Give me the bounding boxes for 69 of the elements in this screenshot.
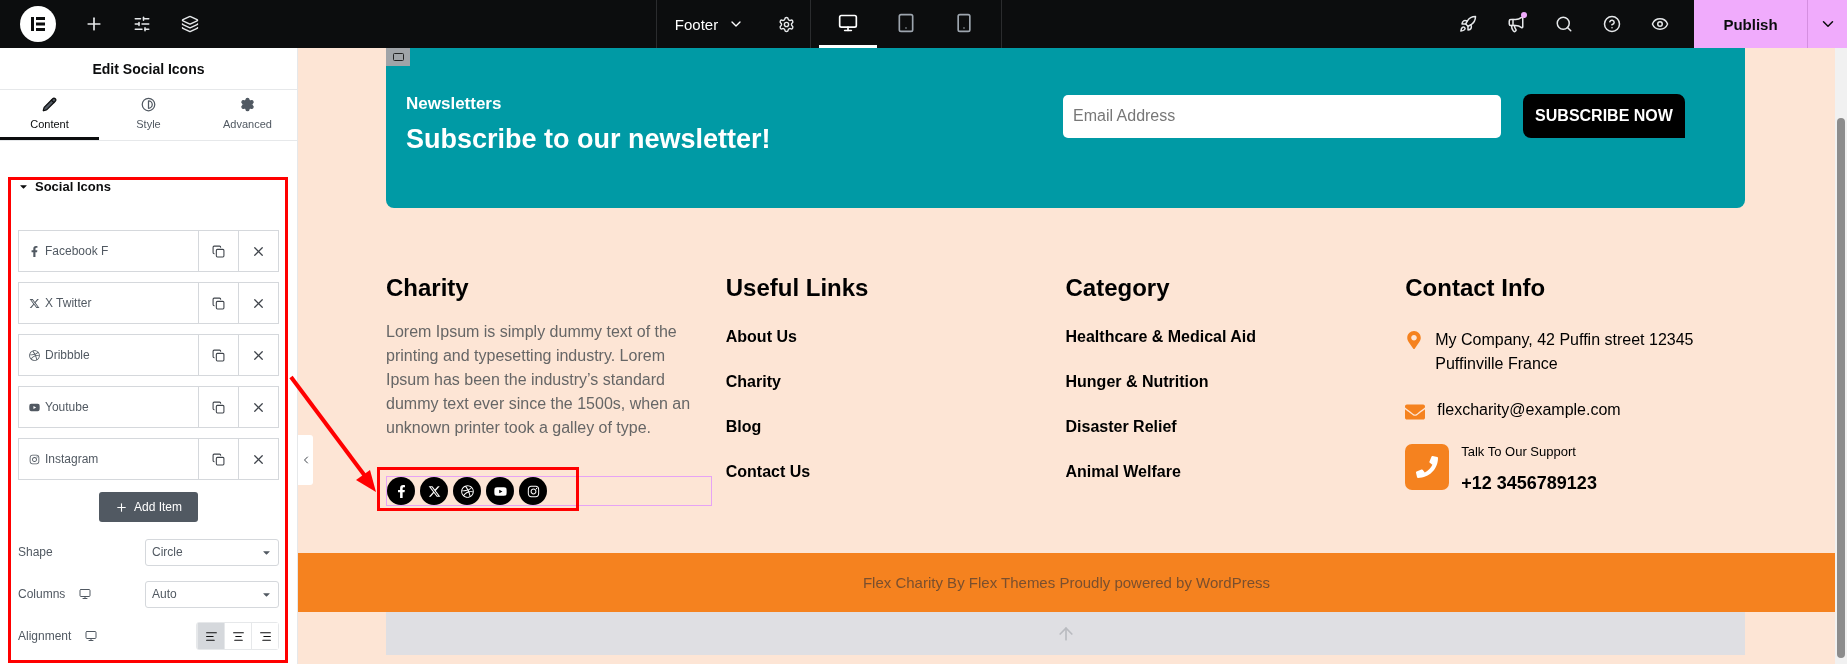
panel-title: Edit Social Icons (0, 48, 297, 91)
pencil-icon (42, 97, 57, 112)
footer-link[interactable]: Animal Welfare (1065, 463, 1406, 481)
desktop-icon[interactable] (79, 588, 92, 600)
footer-link[interactable]: Disaster Relief (1065, 418, 1406, 436)
elementor-logo-icon[interactable] (20, 6, 56, 42)
gear-icon (240, 97, 255, 112)
address-text: My Company, 42 Puffin street 12345 Puffinville France (1435, 330, 1695, 374)
control-label: Shape (18, 545, 53, 559)
newsletter-title: Subscribe to our newsletter! (406, 123, 772, 155)
footer-link[interactable]: Blog (725, 418, 1066, 436)
panel-tab[interactable]: Advanced (198, 90, 297, 140)
subscribe-button[interactable]: SUBSCRIBE NOW (1523, 94, 1685, 138)
section-title: Social Icons (35, 179, 111, 194)
item-label: Youtube (45, 400, 89, 414)
email-field[interactable]: Email Address (1063, 94, 1501, 138)
footer-link[interactable]: About Us (725, 328, 1066, 346)
add-item-button[interactable]: Add Item (99, 492, 198, 522)
instagram-icon (29, 453, 40, 465)
section-header[interactable]: Social Icons (18, 179, 279, 194)
envelope-icon (1405, 402, 1426, 422)
facebook-icon[interactable] (387, 477, 415, 505)
desktop-icon[interactable] (85, 630, 98, 642)
repeater-item[interactable]: Dribbble (18, 334, 279, 376)
support-label: Talk To Our Support (1461, 444, 1577, 459)
footer-link[interactable]: Hunger & Nutrition (1065, 373, 1406, 391)
phone-number: +12 3456789123 (1461, 473, 1597, 494)
copyright-text: Flex Charity By Flex Themes Proudly powered by WordPress (298, 553, 1835, 612)
align-left-icon[interactable] (197, 623, 224, 649)
select-field[interactable]: Circle (145, 538, 279, 566)
section-handle-icon[interactable] (386, 48, 410, 66)
control-label: Columns (18, 587, 66, 601)
repeater-item[interactable]: X Twitter (18, 282, 279, 324)
select-field[interactable]: Auto (145, 580, 279, 608)
panel-tab[interactable]: Style (99, 90, 198, 140)
footer-link[interactable]: Charity (725, 373, 1066, 391)
item-label: X Twitter (45, 296, 92, 310)
dribbble-icon (29, 349, 40, 361)
newsletter-eyebrow: Newsletters (406, 93, 503, 114)
panel-tab[interactable]: Content (0, 90, 99, 140)
email-text: flexcharity@example.com (1437, 400, 1622, 420)
map-pin-icon (1405, 331, 1424, 349)
publish-button[interactable]: Publish (1694, 0, 1807, 48)
youtube-icon[interactable] (486, 477, 514, 505)
item-label: Facebook F (45, 244, 109, 258)
phone-icon (1405, 444, 1450, 490)
repeater-item[interactable]: Instagram (18, 438, 279, 480)
x-icon (29, 297, 40, 309)
youtube-icon (29, 401, 40, 413)
facebook-icon (29, 245, 40, 257)
align-right-icon[interactable] (251, 623, 278, 649)
footer-link[interactable]: Healthcare & Medical Aid (1065, 328, 1406, 346)
footer-link[interactable]: Contact Us (725, 463, 1066, 481)
about-paragraph: Lorem Ipsum is simply dummy text of the printing and typesetting industry. Lorem Ipsum has been the industry’s standard dummy text ever since the 1500s, when an unknown printer took a galley of type. (386, 322, 692, 438)
scrollbar-thumb[interactable] (1837, 118, 1845, 658)
contrast-icon (141, 97, 156, 112)
column-title: Category (1065, 274, 1171, 302)
item-label: Dribbble (45, 348, 90, 362)
dribbble-icon[interactable] (453, 477, 481, 505)
plus-icon (115, 500, 128, 514)
column-title: Contact Info (1405, 274, 1547, 302)
x-icon[interactable] (420, 477, 448, 505)
repeater-item[interactable]: Facebook F (18, 230, 279, 272)
control-label: Alignment (18, 629, 72, 643)
item-label: Instagram (45, 452, 99, 466)
column-title: Useful Links (725, 274, 870, 302)
instagram-icon[interactable] (519, 477, 547, 505)
repeater-item[interactable]: Youtube (18, 386, 279, 428)
column-title: Charity (386, 274, 470, 302)
